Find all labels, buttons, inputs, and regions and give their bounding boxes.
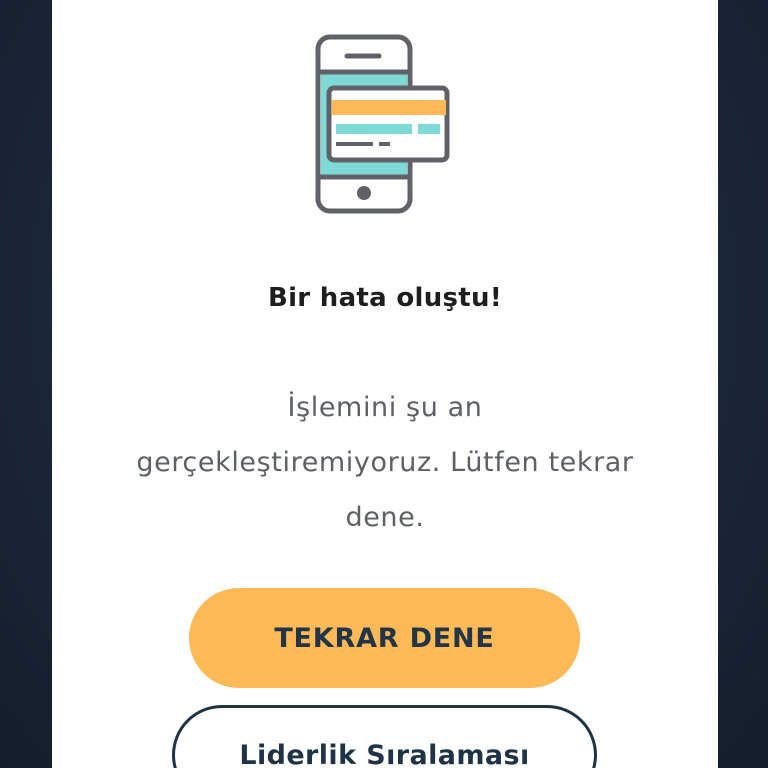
leaderboard-button[interactable]: Liderlik Sıralaması	[172, 705, 597, 768]
retry-button[interactable]: TEKRAR DENE	[189, 588, 580, 688]
error-title: Bir hata oluştu!	[267, 283, 503, 313]
error-message: İşlemini şu an gerçekleştiremiyoruz. Lüt…	[136, 392, 634, 533]
error-dialog: Bir hata oluştu! İşlemini şu an gerçekle…	[52, 0, 718, 768]
phone-payment-card-icon	[315, 34, 450, 214]
